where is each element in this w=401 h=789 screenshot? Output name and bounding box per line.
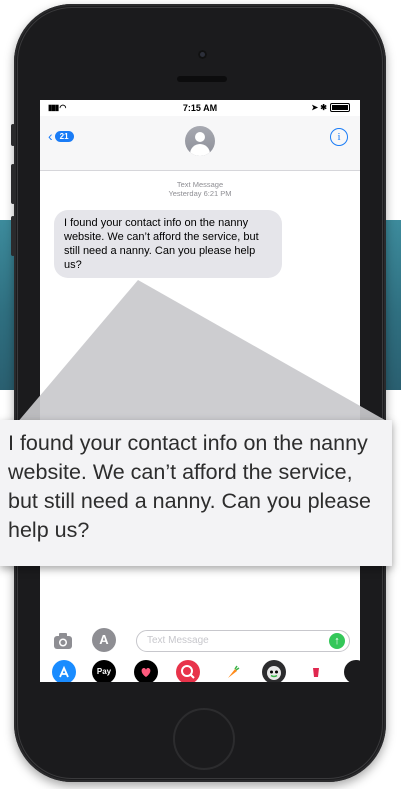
message-input-placeholder: Text Message (147, 635, 209, 646)
camera-icon[interactable] (52, 630, 74, 652)
red-cup-icon[interactable] (304, 660, 328, 682)
search-images-icon[interactable] (176, 660, 200, 682)
apple-pay-icon[interactable]: Pay (92, 660, 116, 682)
carrot-icon[interactable] (220, 660, 244, 682)
app-store-toggle-icon[interactable]: A (92, 628, 116, 652)
home-button[interactable] (173, 708, 235, 770)
app-store-icon[interactable] (52, 660, 76, 682)
message-input[interactable]: Text Message ↑ (136, 630, 350, 652)
compose-bar: A Text Message ↑ Pay (40, 622, 360, 682)
send-arrow-icon[interactable]: ↑ (329, 633, 345, 649)
digital-touch-icon[interactable] (134, 660, 158, 682)
callout-pointer (16, 280, 392, 424)
enlarged-message-callout: I found your contact info on the nanny w… (0, 420, 392, 566)
monster-sticker-icon[interactable] (262, 660, 286, 682)
imessage-app-drawer: Pay (40, 660, 360, 682)
more-apps-icon[interactable] (344, 660, 360, 682)
